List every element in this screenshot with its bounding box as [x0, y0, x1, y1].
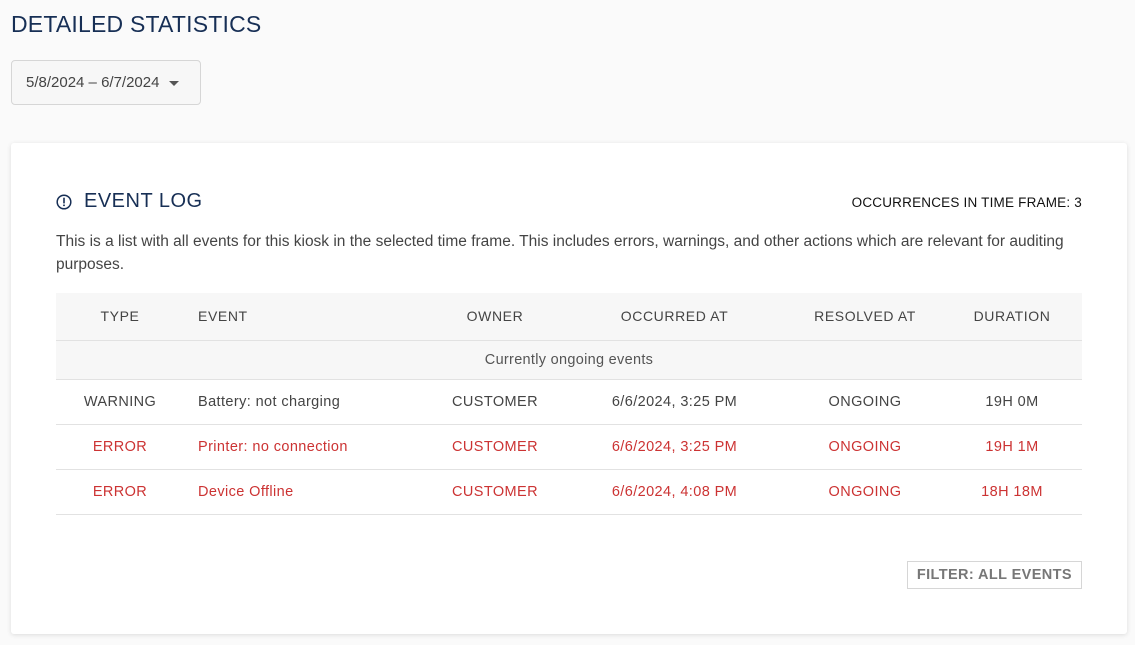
cell-event: Battery: not charging	[184, 379, 429, 425]
column-header-event[interactable]: EVENT	[184, 293, 429, 341]
caret-down-icon	[169, 81, 180, 86]
column-header-resolved-at[interactable]: RESOLVED AT	[788, 293, 942, 341]
cell-type: ERROR	[56, 424, 184, 470]
event-log-title: EVENT LOG	[84, 190, 203, 212]
cell-event: Printer: no connection	[184, 424, 429, 470]
column-header-duration[interactable]: DURATION	[942, 293, 1082, 341]
column-header-type[interactable]: TYPE	[56, 293, 184, 341]
cell-occurred-at: 6/6/2024, 4:08 PM	[561, 469, 788, 515]
cell-type: ERROR	[56, 469, 184, 515]
cell-resolved-at: ONGOING	[788, 424, 942, 470]
cell-duration: 19H 1M	[942, 424, 1082, 470]
table-row[interactable]: WARNING Battery: not charging CUSTOMER 6…	[56, 379, 1082, 425]
column-header-occurred-at[interactable]: OCCURRED AT	[561, 293, 788, 341]
occurrences-count: OCCURRENCES IN TIME FRAME: 3	[851, 195, 1082, 210]
date-range-picker[interactable]: 5/8/2024 – 6/7/2024	[11, 60, 201, 105]
cell-owner: CUSTOMER	[429, 379, 561, 425]
cell-owner: CUSTOMER	[429, 469, 561, 515]
event-log-description: This is a list with all events for this …	[56, 233, 1064, 273]
group-label: Currently ongoing events	[56, 340, 1082, 380]
alert-circle-icon	[56, 193, 72, 210]
filter-events-button[interactable]: FILTER: ALL EVENTS	[906, 561, 1082, 589]
event-log-card: EVENT LOG OCCURRENCES IN TIME FRAME: 3 T…	[11, 143, 1127, 634]
cell-occurred-at: 6/6/2024, 3:25 PM	[561, 424, 788, 470]
cell-occurred-at: 6/6/2024, 3:25 PM	[561, 379, 788, 425]
table-row[interactable]: ERROR Device Offline CUSTOMER 6/6/2024, …	[56, 469, 1082, 515]
table-row[interactable]: ERROR Printer: no connection CUSTOMER 6/…	[56, 424, 1082, 470]
group-row-ongoing: Currently ongoing events	[56, 340, 1082, 380]
cell-resolved-at: ONGOING	[788, 469, 942, 515]
column-header-owner[interactable]: OWNER	[429, 293, 561, 341]
cell-duration: 19H 0M	[942, 379, 1082, 425]
event-log-header: EVENT LOG	[56, 190, 203, 213]
table-header-row: TYPE EVENT OWNER OCCURRED AT RESOLVED AT…	[56, 293, 1082, 341]
events-table: TYPE EVENT OWNER OCCURRED AT RESOLVED AT…	[56, 293, 1082, 515]
date-range-value: 5/8/2024 – 6/7/2024	[26, 74, 160, 91]
cell-owner: CUSTOMER	[429, 424, 561, 470]
cell-resolved-at: ONGOING	[788, 379, 942, 425]
cell-duration: 18H 18M	[942, 469, 1082, 515]
cell-type: WARNING	[56, 379, 184, 425]
cell-event: Device Offline	[184, 469, 429, 515]
page-title: DETAILED STATISTICS	[11, 11, 262, 37]
